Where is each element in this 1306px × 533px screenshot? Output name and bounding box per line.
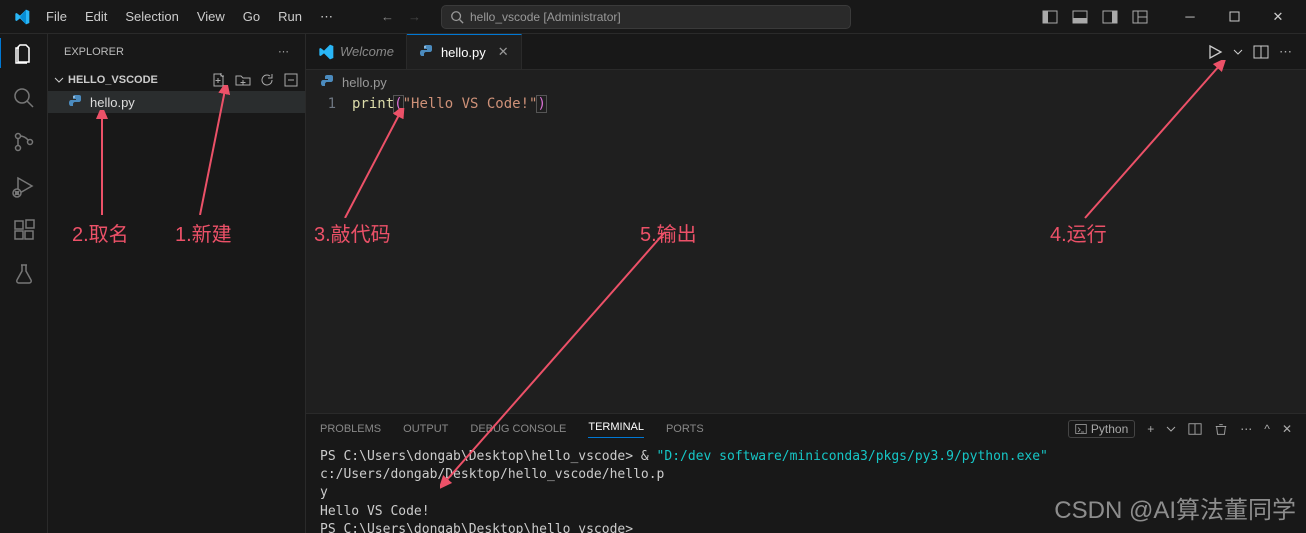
new-folder-icon[interactable]: [235, 72, 251, 88]
chevron-down-icon: [54, 75, 64, 85]
panel-tab-debug[interactable]: DEBUG CONSOLE: [470, 423, 566, 435]
nav-forward-icon[interactable]: →: [408, 9, 421, 24]
code-editor[interactable]: 1 print("Hello VS Code!"): [306, 94, 1306, 413]
code-line-1: print("Hello VS Code!"): [352, 96, 546, 413]
title-bar: File Edit Selection View Go Run ⋯ ← → he…: [0, 0, 1306, 34]
tab-close-icon[interactable]: ✕: [498, 44, 509, 60]
explorer-more-icon[interactable]: ⋯: [278, 45, 289, 58]
activity-search-icon[interactable]: [12, 86, 36, 110]
python-file-icon: [68, 94, 84, 110]
menu-bar: File Edit Selection View Go Run ⋯: [38, 5, 341, 29]
nav-back-icon[interactable]: ←: [381, 9, 394, 24]
layout-primary-icon[interactable]: [1038, 5, 1062, 29]
terminal-split-icon[interactable]: [1188, 422, 1202, 436]
editor-area: Welcome hello.py ✕ ⋯ hello.py 1 print("H…: [306, 34, 1306, 533]
window-minimize-icon[interactable]: ─: [1168, 0, 1212, 34]
terminal-kill-icon[interactable]: [1214, 422, 1228, 436]
layout-bottom-icon[interactable]: [1068, 5, 1092, 29]
panel-more-icon[interactable]: ⋯: [1240, 422, 1252, 436]
menu-view[interactable]: View: [189, 5, 233, 29]
menu-more-icon[interactable]: ⋯: [312, 5, 341, 29]
run-icon[interactable]: [1207, 44, 1223, 60]
tab-hello-py[interactable]: hello.py ✕: [407, 34, 522, 69]
window-maximize-icon[interactable]: [1212, 0, 1256, 34]
panel-maximize-icon[interactable]: ^: [1264, 422, 1270, 436]
run-dropdown-icon[interactable]: [1233, 47, 1243, 57]
explorer-sidebar: EXPLORER ⋯ HELLO_VSCODE hello.py: [48, 34, 306, 533]
panel-tab-output[interactable]: OUTPUT: [403, 423, 448, 435]
python-crumb-icon: [320, 74, 336, 90]
activity-explorer-icon[interactable]: [12, 42, 36, 66]
refresh-icon[interactable]: [259, 72, 275, 88]
menu-run[interactable]: Run: [270, 5, 310, 29]
breadcrumb-file: hello.py: [342, 75, 387, 90]
activity-testing-icon[interactable]: [12, 262, 36, 286]
activity-bar: [0, 34, 48, 533]
file-name: hello.py: [90, 95, 135, 110]
menu-selection[interactable]: Selection: [117, 5, 186, 29]
layout-right-icon[interactable]: [1098, 5, 1122, 29]
editor-tabs: Welcome hello.py ✕ ⋯: [306, 34, 1306, 70]
command-center[interactable]: hello_vscode [Administrator]: [441, 5, 851, 29]
terminal-dropdown-icon[interactable]: [1166, 424, 1176, 434]
activity-scm-icon[interactable]: [12, 130, 36, 154]
activity-extensions-icon[interactable]: [12, 218, 36, 242]
activity-debug-icon[interactable]: [12, 174, 36, 198]
file-item-hello-py[interactable]: hello.py: [48, 91, 305, 113]
tab-welcome-label: Welcome: [340, 44, 394, 59]
panel-tab-terminal[interactable]: TERMINAL: [588, 421, 644, 438]
python-tab-icon: [419, 44, 435, 60]
menu-go[interactable]: Go: [235, 5, 268, 29]
tab-welcome[interactable]: Welcome: [306, 34, 407, 69]
panel-close-icon[interactable]: ✕: [1282, 422, 1292, 436]
explorer-title: EXPLORER: [64, 46, 124, 58]
menu-edit[interactable]: Edit: [77, 5, 115, 29]
terminal-shell-selector[interactable]: Python: [1068, 420, 1135, 438]
split-editor-icon[interactable]: [1253, 44, 1269, 60]
new-file-icon[interactable]: [211, 72, 227, 88]
layout-customize-icon[interactable]: [1128, 5, 1152, 29]
vscode-logo-icon: [14, 9, 30, 25]
collapse-icon[interactable]: [283, 72, 299, 88]
terminal-body[interactable]: PS C:\Users\dongab\Desktop\hello_vscode>…: [306, 444, 1306, 533]
bottom-panel: PROBLEMS OUTPUT DEBUG CONSOLE TERMINAL P…: [306, 413, 1306, 533]
search-text: hello_vscode [Administrator]: [470, 10, 621, 24]
folder-name: HELLO_VSCODE: [68, 74, 158, 86]
editor-more-icon[interactable]: ⋯: [1279, 44, 1292, 60]
window-close-icon[interactable]: ✕: [1256, 0, 1300, 34]
terminal-new-icon[interactable]: +: [1147, 422, 1154, 436]
minimap[interactable]: [1218, 94, 1306, 413]
panel-tab-problems[interactable]: PROBLEMS: [320, 423, 381, 435]
panel-tab-ports[interactable]: PORTS: [666, 423, 704, 435]
menu-file[interactable]: File: [38, 5, 75, 29]
search-icon: [450, 10, 464, 24]
terminal-icon: [1075, 423, 1087, 435]
breadcrumb[interactable]: hello.py: [306, 70, 1306, 94]
folder-header[interactable]: HELLO_VSCODE: [48, 69, 305, 91]
vscode-tab-icon: [318, 44, 334, 60]
nav-arrows: ← →: [381, 9, 421, 24]
tab-file-label: hello.py: [441, 45, 486, 60]
line-number: 1: [306, 96, 352, 413]
